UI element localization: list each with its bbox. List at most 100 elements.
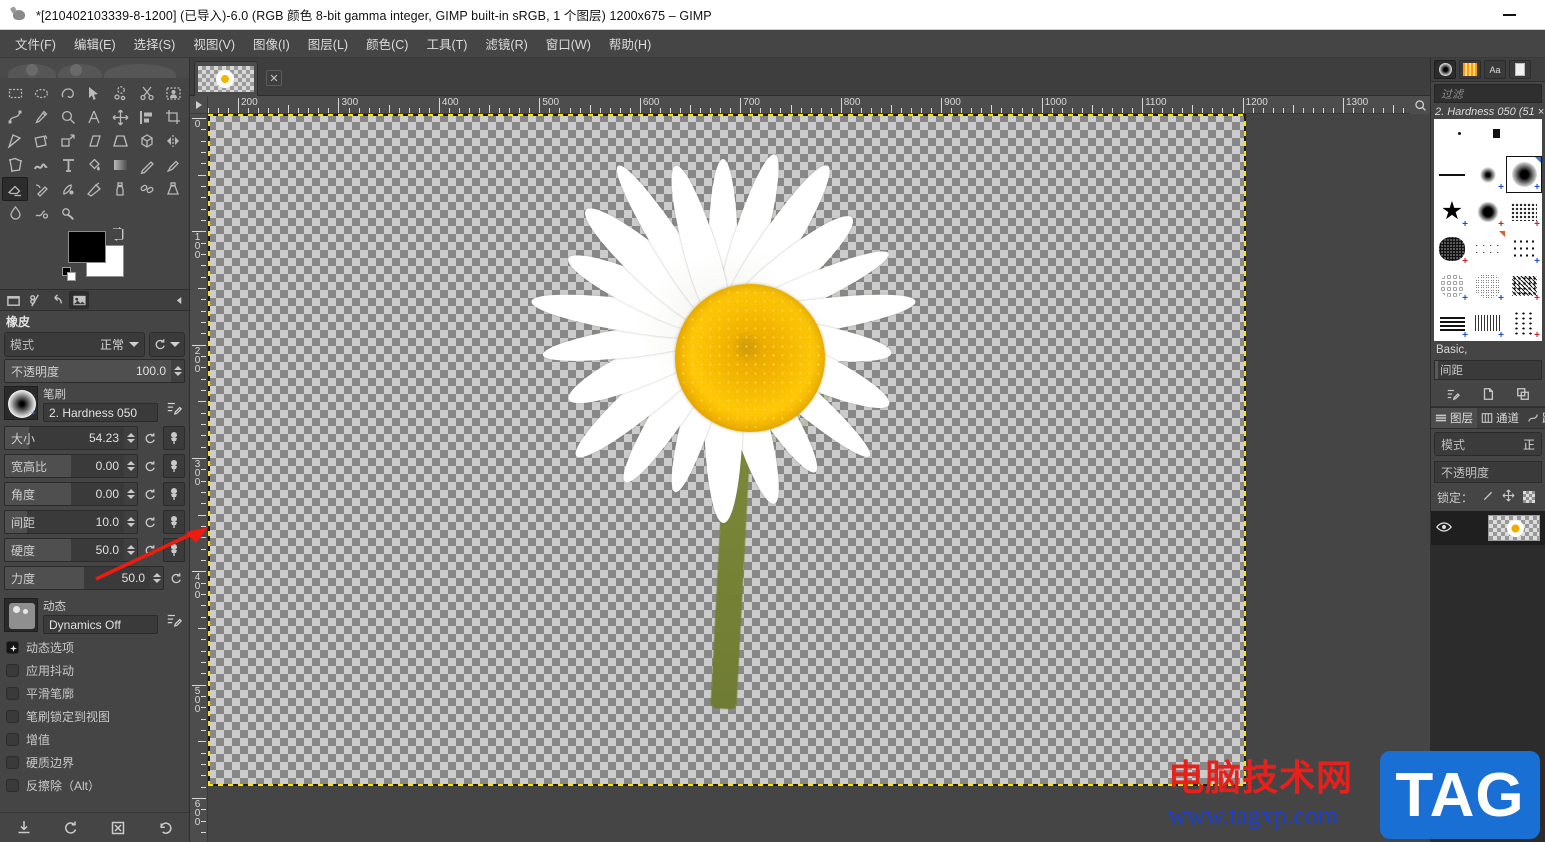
menu-layer[interactable]: 图层(L) xyxy=(299,30,357,57)
menu-select[interactable]: 选择(S) xyxy=(125,30,185,57)
gradients-tab[interactable] xyxy=(1459,60,1481,79)
brush-cell[interactable]: + xyxy=(1470,304,1506,341)
rect-select-icon[interactable] xyxy=(2,81,28,105)
text-icon[interactable] xyxy=(55,153,81,177)
checkbox-smooth-stroke[interactable]: 平滑笔廓 xyxy=(0,682,189,705)
menu-tools[interactable]: 工具(T) xyxy=(417,30,476,57)
brush-cell[interactable]: + xyxy=(1506,193,1542,230)
pin-spacing-icon[interactable] xyxy=(163,510,185,534)
brush-cell[interactable]: + xyxy=(1434,304,1470,341)
mypaint-brush-icon[interactable] xyxy=(81,177,107,201)
reset-size-icon[interactable] xyxy=(142,426,159,450)
scissors-select-icon[interactable] xyxy=(134,81,160,105)
layer-mode-select[interactable]: 模式 正 xyxy=(1434,432,1542,456)
paths-icon[interactable] xyxy=(2,105,28,129)
image-tab[interactable] xyxy=(194,61,258,96)
canvas-viewport[interactable] xyxy=(208,114,1410,842)
foreground-color-swatch[interactable] xyxy=(68,231,106,263)
brush-cell[interactable]: + xyxy=(1506,156,1542,193)
brush-cell[interactable] xyxy=(1506,119,1542,156)
spacing-stepper[interactable] xyxy=(124,511,137,533)
brush-cell[interactable]: + xyxy=(1506,304,1542,341)
documents-tab[interactable] xyxy=(1509,60,1531,79)
fuzzy-select-icon[interactable] xyxy=(81,81,107,105)
menu-colors[interactable]: 颜色(C) xyxy=(357,30,417,57)
reset-aspect-icon[interactable] xyxy=(142,454,159,478)
brushes-tab[interactable] xyxy=(1434,60,1456,79)
minimize-button[interactable] xyxy=(1491,0,1527,30)
restore-options-icon[interactable] xyxy=(60,817,82,839)
new-brush-icon[interactable] xyxy=(1478,384,1498,404)
rotate-icon[interactable] xyxy=(28,129,54,153)
gradient-icon[interactable] xyxy=(108,153,134,177)
move-icon[interactable] xyxy=(108,105,134,129)
reset-hardness-icon[interactable] xyxy=(142,538,159,562)
checkbox-incremental[interactable]: 增值 xyxy=(0,728,189,751)
brush-cell[interactable]: + xyxy=(1470,267,1506,304)
swap-colors-icon[interactable] xyxy=(110,227,126,241)
brush-value[interactable]: 2. Hardness 050 xyxy=(43,403,158,422)
clone-icon[interactable] xyxy=(108,177,134,201)
images-dock-icon[interactable] xyxy=(69,291,89,309)
hardness-stepper[interactable] xyxy=(124,539,137,561)
undo-history-icon[interactable] xyxy=(47,291,67,309)
menu-help[interactable]: 帮助(H) xyxy=(600,30,660,57)
ink-icon[interactable] xyxy=(55,177,81,201)
flip-icon[interactable] xyxy=(161,129,187,153)
shear-icon[interactable] xyxy=(81,129,107,153)
menu-view[interactable]: 视图(V) xyxy=(184,30,244,57)
device-status-icon[interactable] xyxy=(25,291,45,309)
color-picker-icon[interactable] xyxy=(28,105,54,129)
paintbrush-icon[interactable] xyxy=(161,153,187,177)
perspective-clone-icon[interactable] xyxy=(161,177,187,201)
save-options-icon[interactable] xyxy=(13,817,35,839)
angle-slider[interactable]: 角度 0.00 xyxy=(4,482,138,506)
aspect-slider[interactable]: 宽高比 0.00 xyxy=(4,454,138,478)
dynamics-value[interactable]: Dynamics Off xyxy=(43,615,158,634)
ellipse-select-icon[interactable] xyxy=(28,81,54,105)
transform-icon[interactable] xyxy=(2,129,28,153)
menu-file[interactable]: 文件(F) xyxy=(6,30,65,57)
lock-position-icon[interactable] xyxy=(1502,489,1515,505)
checkbox-lock-brush-to-view[interactable]: 笔刷锁定到视图 xyxy=(0,705,189,728)
edit-brush-icon[interactable] xyxy=(163,398,185,418)
checkbox-dynamics-options[interactable]: 动态选项 xyxy=(0,636,189,659)
menu-image[interactable]: 图像(I) xyxy=(244,30,299,57)
lock-alpha-icon[interactable] xyxy=(1523,491,1536,503)
free-select-icon[interactable] xyxy=(55,81,81,105)
reset-options-icon[interactable] xyxy=(154,817,176,839)
smudge-icon[interactable] xyxy=(28,201,54,225)
tool-options-icon[interactable] xyxy=(3,291,23,309)
align-icon[interactable] xyxy=(134,105,160,129)
hardness-slider[interactable]: 硬度 50.0 xyxy=(4,538,138,562)
checkbox-anti-erase[interactable]: 反擦除（Alt） xyxy=(0,774,189,797)
brush-cell[interactable] xyxy=(1434,156,1470,193)
3d-transform-icon[interactable] xyxy=(134,129,160,153)
horizontal-ruler[interactable]: 200 300 400 500 600 700 800 900 1000 1100 1200 1300 xyxy=(190,96,1430,114)
brush-grid[interactable]: + + ★ + + + + + + + + + + + xyxy=(1434,119,1542,341)
measure-icon[interactable] xyxy=(81,105,107,129)
tab-paths[interactable]: 路 xyxy=(1523,408,1545,428)
zoom-image-icon[interactable] xyxy=(1410,96,1430,114)
angle-stepper[interactable] xyxy=(124,483,137,505)
menu-edit[interactable]: 编辑(E) xyxy=(65,30,125,57)
brush-cell[interactable]: + xyxy=(1506,267,1542,304)
edit-brush-icon[interactable] xyxy=(1443,384,1463,404)
reset-force-icon[interactable] xyxy=(168,566,185,590)
brush-cell[interactable]: + xyxy=(1470,193,1506,230)
brush-cell[interactable]: + xyxy=(1506,230,1542,267)
brush-cell[interactable] xyxy=(1434,119,1470,156)
checkbox-hard-edge[interactable]: 硬质边界 xyxy=(0,751,189,774)
mode-select[interactable]: 模式 正常 xyxy=(4,332,145,357)
pin-size-icon[interactable] xyxy=(163,426,185,450)
fonts-tab[interactable]: Aa xyxy=(1484,60,1506,79)
force-stepper[interactable] xyxy=(150,567,163,589)
layer-opacity-slider[interactable]: 不透明度 xyxy=(1434,461,1542,483)
opacity-stepper[interactable] xyxy=(171,360,184,382)
reset-spacing-icon[interactable] xyxy=(142,510,159,534)
bucket-fill-icon[interactable] xyxy=(81,153,107,177)
lock-pixels-icon[interactable] xyxy=(1481,489,1494,505)
pin-angle-icon[interactable] xyxy=(163,482,185,506)
tab-layers[interactable]: 图层 xyxy=(1431,408,1477,428)
brush-cell[interactable]: + xyxy=(1434,267,1470,304)
